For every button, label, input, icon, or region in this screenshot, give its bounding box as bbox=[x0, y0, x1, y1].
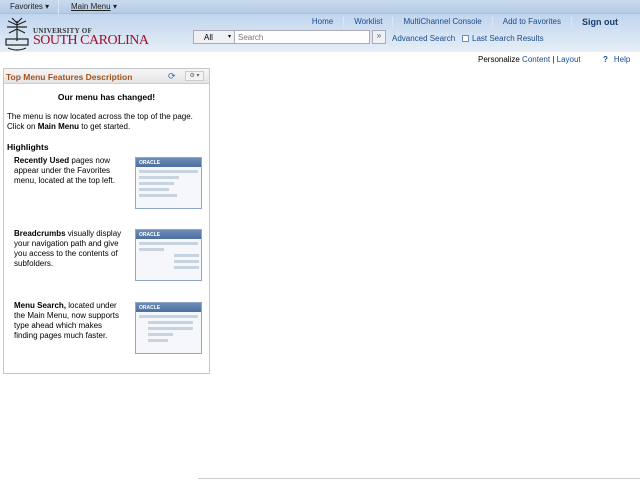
add-to-favorites-link[interactable]: Add to Favorites bbox=[491, 17, 571, 27]
help-icon: ? bbox=[603, 55, 608, 64]
feature-title: Recently Used bbox=[14, 156, 70, 165]
help-link[interactable]: ? Help bbox=[603, 55, 630, 64]
search-go-button[interactable]: » bbox=[372, 30, 386, 44]
personalize-label: Personalize bbox=[478, 55, 520, 64]
last-search-results-link[interactable]: Last Search Results bbox=[462, 34, 544, 43]
divider bbox=[198, 478, 640, 479]
breadcrumbs-screenshot: ORACLE bbox=[135, 229, 202, 281]
highlights-heading: Highlights bbox=[7, 142, 49, 152]
intro-bold: Main Menu bbox=[37, 122, 80, 131]
top-menu-bar: Favorites ▾ Main Menu ▾ bbox=[0, 0, 640, 14]
oracle-logo: ORACLE bbox=[136, 158, 201, 167]
feature-breadcrumbs: Breadcrumbs visually display your naviga… bbox=[14, 229, 124, 269]
personalize-bar: Personalize Content | Layout bbox=[478, 55, 581, 64]
advanced-search-link[interactable]: Advanced Search bbox=[392, 34, 455, 43]
palmetto-logo-icon bbox=[5, 17, 29, 51]
search-bar: All ▾ » bbox=[193, 30, 386, 44]
chevron-down-icon: ▾ bbox=[227, 34, 231, 40]
help-label: Help bbox=[613, 55, 631, 64]
pagelet-top-menu-features: Top Menu Features Description ⟳ ⚙ ▾ Our … bbox=[3, 68, 210, 374]
oracle-logo: ORACLE bbox=[136, 303, 201, 312]
menu-search-screenshot: ORACLE bbox=[135, 302, 202, 354]
sign-out-link[interactable]: Sign out bbox=[571, 17, 628, 27]
home-link[interactable]: Home bbox=[302, 17, 343, 27]
gear-icon[interactable]: ⚙ ▾ bbox=[185, 71, 204, 81]
search-results-icon bbox=[462, 35, 469, 42]
recently-used-screenshot: ORACLE bbox=[135, 157, 202, 209]
favorites-menu[interactable]: Favorites ▾ bbox=[10, 2, 49, 11]
pagelet-title: Top Menu Features Description bbox=[6, 72, 133, 82]
personalize-content-link[interactable]: Content bbox=[522, 55, 550, 64]
pagelet-header: Top Menu Features Description ⟳ ⚙ ▾ bbox=[4, 69, 209, 84]
intro-post: to get started. bbox=[79, 122, 131, 131]
main-menu[interactable]: Main Menu bbox=[71, 2, 111, 11]
search-input[interactable] bbox=[235, 30, 370, 44]
search-scope-select[interactable]: All ▾ bbox=[193, 30, 235, 44]
refresh-icon[interactable]: ⟳ bbox=[168, 71, 176, 82]
divider bbox=[58, 0, 59, 14]
header-links: Home Worklist MultiChannel Console Add t… bbox=[302, 17, 628, 27]
chevron-down-icon[interactable]: ▾ bbox=[113, 2, 117, 11]
oracle-logo: ORACLE bbox=[136, 230, 201, 239]
separator: | bbox=[552, 55, 555, 64]
logo-text-main: SOUTH CAROLINA bbox=[33, 33, 149, 48]
personalize-layout-link[interactable]: Layout bbox=[557, 55, 581, 64]
intro-text: The menu is now located across the top o… bbox=[7, 112, 206, 132]
worklist-link[interactable]: Worklist bbox=[343, 17, 392, 27]
last-search-results-label: Last Search Results bbox=[472, 34, 544, 43]
multichannel-console-link[interactable]: MultiChannel Console bbox=[392, 17, 491, 27]
feature-title: Menu Search, bbox=[14, 301, 67, 310]
feature-menu-search: Menu Search, located under the Main Menu… bbox=[14, 301, 124, 341]
scope-value: All bbox=[204, 33, 213, 42]
feature-recently-used: Recently Used pages now appear under the… bbox=[14, 156, 124, 186]
pagelet-heading: Our menu has changed! bbox=[57, 92, 156, 102]
feature-title: Breadcrumbs bbox=[14, 229, 66, 238]
header: UNIVERSITY OF SOUTH CAROLINA Home Workli… bbox=[0, 14, 640, 52]
